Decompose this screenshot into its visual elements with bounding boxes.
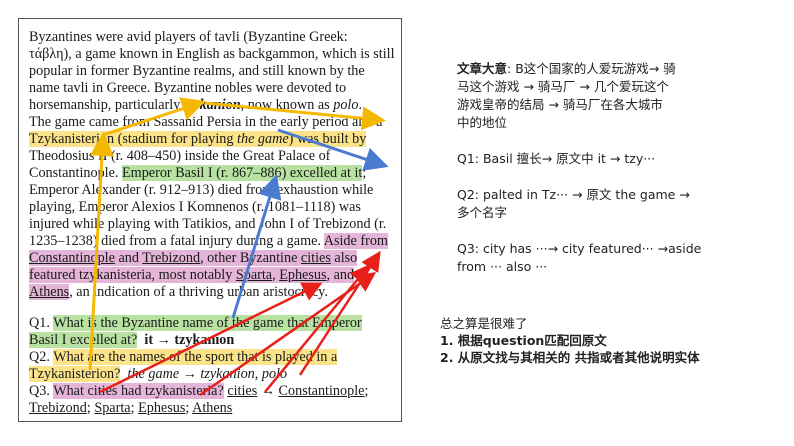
conclusion-panel: 总之算是很难了 1. 根据question匹配回原文 2. 从原文找与其相关的 … — [440, 315, 700, 366]
arrow-blue-2 — [277, 128, 389, 171]
arrow-yellow-2 — [102, 97, 206, 137]
conclusion-item-1: 1. 根据question匹配回原文 — [440, 333, 607, 348]
arrow-red-1 — [99, 282, 323, 394]
note-q2-line-2: 多个名字 — [457, 205, 508, 220]
conclusion-item-2: 2. 从原文找与其相关的 共指或者其他说明实体 — [440, 350, 700, 365]
note-q2-line-1: Q2: palted in Tz··· → 原文 the game → — [457, 187, 690, 202]
note-q3-line-2: from ··· also ··· — [457, 259, 548, 274]
note-q1: Q1: Basil 擅长→ 原文中 it → tzy··· — [457, 151, 656, 166]
summary-line: 文章大意: B这个国家的人爱玩游戏→ 骑 — [457, 60, 777, 78]
arrow-red-3 — [199, 272, 377, 397]
arrow-red-4 — [298, 250, 381, 376]
arrow-yellow-3 — [204, 101, 386, 131]
note-q3-line-1: Q3: city has ···→ city featured··· →asid… — [457, 241, 702, 256]
conclusion-title: 总之算是很难了 — [440, 316, 528, 331]
summary-line-3: 游戏皇帝的结局 → 骑马厂在各大城市 — [457, 97, 663, 112]
summary-line-2: 马这个游戏 → 骑马厂 → 几个爱玩这个 — [457, 79, 669, 94]
summary-line-4: 中的地位 — [457, 115, 508, 130]
arrow-yellow-1 — [88, 132, 114, 371]
summary-label: 文章大意 — [457, 61, 508, 76]
notes-panel: 文章大意: B这个国家的人爱玩游戏→ 骑 马这个游戏 → 骑马厂 → 几个爱玩这… — [457, 60, 777, 276]
arrow-blue-1 — [231, 174, 282, 319]
summary-text: : B这个国家的人爱玩游戏→ 骑 — [507, 61, 676, 76]
